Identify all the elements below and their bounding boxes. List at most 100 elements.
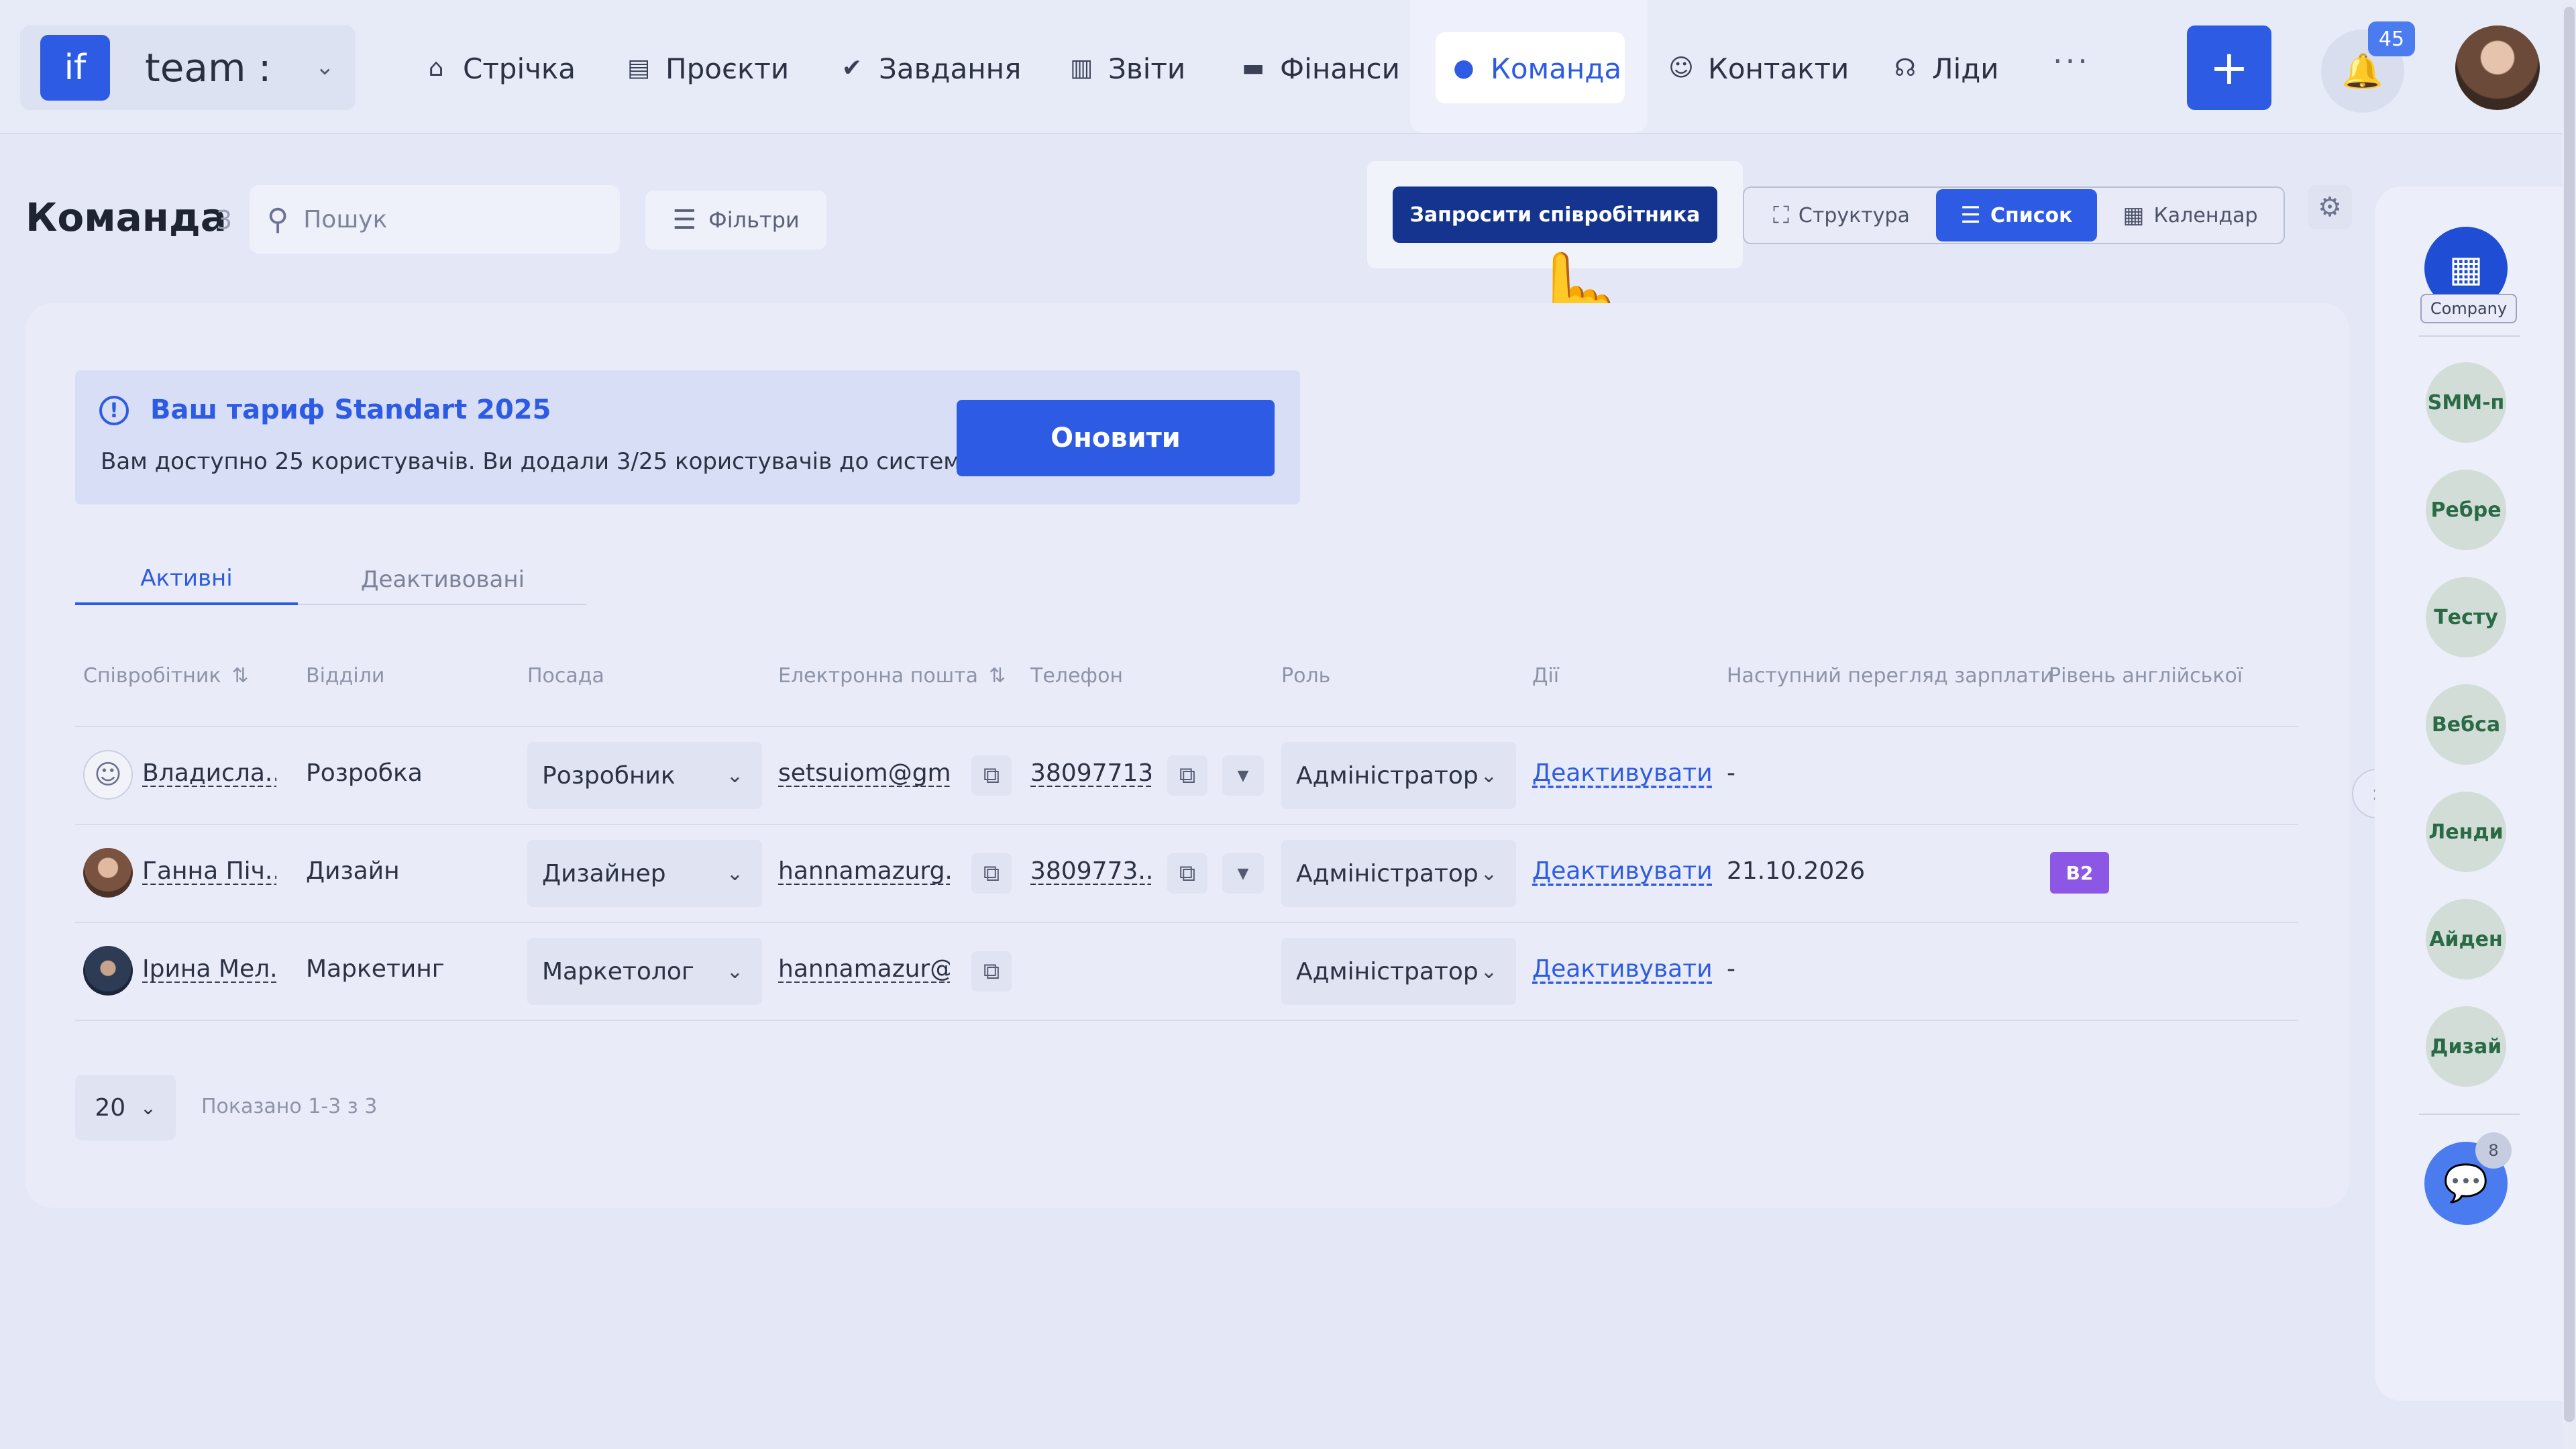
chevron-down-icon: ⌄ bbox=[726, 763, 743, 788]
view-label: Структура bbox=[1798, 203, 1910, 227]
sort-icon[interactable]: ⇅ bbox=[232, 664, 249, 688]
filters-label: Фільтри bbox=[708, 207, 800, 233]
copy-icon[interactable]: ⧉ bbox=[971, 951, 1012, 991]
column-header-role: Роль bbox=[1281, 664, 1331, 688]
sidebar-divider bbox=[2419, 1114, 2520, 1115]
role-select[interactable]: Адміністратор ⌄ bbox=[1281, 840, 1516, 907]
nav-item-projects[interactable]: ▤ Проєкти bbox=[624, 40, 789, 97]
filters-button[interactable]: ☰ Фільтри bbox=[645, 191, 826, 250]
invite-employee-button[interactable]: Запросити співробітника bbox=[1393, 186, 1717, 243]
sidebar-divider bbox=[2419, 335, 2520, 337]
column-header-employee[interactable]: Співробітник ⇅ bbox=[83, 664, 249, 688]
copy-icon[interactable]: ⧉ bbox=[971, 755, 1012, 796]
nav-label: Проєкти bbox=[665, 52, 790, 85]
nav-item-feed[interactable]: ⌂ Стрічка bbox=[421, 40, 576, 97]
chevron-down-icon[interactable]: ⌄ bbox=[315, 54, 335, 80]
role-select[interactable]: Адміністратор ⌄ bbox=[1281, 742, 1516, 809]
chevron-down-icon: ⌄ bbox=[140, 1096, 156, 1119]
hierarchy-icon: ⛶ bbox=[1773, 202, 1789, 229]
sidebar-group-dyzai[interactable]: Дизай bbox=[2426, 1006, 2506, 1087]
deactivate-link[interactable]: Деактивувати bbox=[1532, 759, 1713, 787]
phone-menu-button[interactable]: ▼ bbox=[1222, 755, 1264, 796]
sort-icon[interactable]: ⇅ bbox=[989, 664, 1006, 688]
sidebar-group-testu[interactable]: Тесту bbox=[2426, 577, 2506, 657]
row-divider bbox=[75, 726, 2298, 727]
salary-review-cell: - bbox=[1727, 759, 1735, 787]
column-header-english-level: Рівень англійської bbox=[2049, 664, 2243, 688]
calendar-icon: ▦ bbox=[2123, 202, 2145, 229]
role-select[interactable]: Адміністратор ⌄ bbox=[1281, 938, 1516, 1005]
plan-text: Вам доступно 25 користувачів. Ви додали … bbox=[101, 448, 983, 475]
upgrade-button[interactable]: Оновити bbox=[957, 400, 1275, 476]
employee-count: 3 bbox=[216, 205, 233, 235]
sidebar-group-lendi[interactable]: Ленди bbox=[2426, 792, 2506, 872]
nav-item-finance[interactable]: ▬ Фінанси bbox=[1238, 40, 1400, 97]
employee-name-link[interactable]: Владисла... bbox=[142, 759, 276, 787]
tab-deactivated[interactable]: Деактивовані bbox=[315, 554, 570, 605]
salary-review-cell: 21.10.2026 bbox=[1727, 857, 1866, 885]
email-cell: hannamazurg... bbox=[778, 857, 950, 885]
nav-item-contacts[interactable]: ☺ Контакти bbox=[1666, 40, 1849, 97]
sidebar-group-aiden[interactable]: Айден bbox=[2426, 899, 2506, 979]
sliders-icon: ☰ bbox=[672, 205, 697, 235]
avatar bbox=[83, 848, 133, 898]
nav-item-tasks[interactable]: ✔ Завдання bbox=[837, 40, 1021, 97]
search-icon: ⚲ bbox=[267, 202, 289, 237]
chevron-down-icon: ⌄ bbox=[1480, 959, 1497, 983]
chevron-down-icon: ⌄ bbox=[1480, 861, 1497, 885]
row-divider bbox=[75, 1020, 2298, 1021]
phone-cell: 3809773... bbox=[1030, 857, 1151, 885]
nav-item-team[interactable]: ● Команда bbox=[1449, 40, 1621, 97]
company-label: Company bbox=[2420, 294, 2517, 323]
sidebar-group-rebre[interactable]: Ребре bbox=[2426, 470, 2506, 550]
page-title: Команда bbox=[25, 195, 227, 240]
nav-item-reports[interactable]: ▥ Звіти bbox=[1067, 40, 1185, 97]
workspace-name: team : bbox=[145, 45, 272, 91]
nav-label: Контакти bbox=[1708, 52, 1849, 85]
avatar: ☺ bbox=[83, 750, 133, 800]
row-divider bbox=[75, 922, 2298, 923]
phone-menu-button[interactable]: ▼ bbox=[1222, 853, 1264, 894]
sidebar-group-vebsa[interactable]: Вебса bbox=[2426, 684, 2506, 765]
plan-title: Ваш тариф Standart 2025 bbox=[150, 394, 551, 425]
view-calendar-button[interactable]: ▦ Календар bbox=[2100, 189, 2281, 241]
contacts-icon: ☺ bbox=[1668, 54, 1694, 82]
copy-icon[interactable]: ⧉ bbox=[971, 853, 1012, 894]
tab-active[interactable]: Активні bbox=[75, 554, 298, 605]
view-structure-button[interactable]: ⛶ Структура bbox=[1747, 189, 1936, 241]
column-header-phone: Телефон bbox=[1030, 664, 1124, 688]
report-icon: ▥ bbox=[1069, 54, 1093, 82]
chat-badge: 8 bbox=[2475, 1132, 2512, 1169]
nav-label: Стрічка bbox=[463, 52, 576, 85]
gear-icon[interactable]: ⚙ bbox=[2308, 185, 2352, 229]
position-select[interactable]: Розробник ⌄ bbox=[527, 742, 762, 809]
view-list-button[interactable]: ☰ Список bbox=[1936, 189, 2097, 241]
nav-label: Ліди bbox=[1932, 52, 1999, 85]
chevron-down-icon: ⌄ bbox=[726, 861, 743, 885]
deactivate-link[interactable]: Деактивувати bbox=[1532, 955, 1713, 983]
view-label: Список bbox=[1990, 203, 2073, 227]
position-select[interactable]: Дизайнер ⌄ bbox=[527, 840, 762, 907]
salary-review-cell: - bbox=[1727, 955, 1735, 983]
copy-icon[interactable]: ⧉ bbox=[1167, 755, 1208, 796]
notifications-badge: 45 bbox=[2368, 21, 2415, 56]
user-avatar[interactable] bbox=[2455, 25, 2540, 110]
nav-item-leads[interactable]: ☊ Ліди bbox=[1890, 40, 1999, 97]
user-icon: ● bbox=[1453, 54, 1474, 82]
column-header-email[interactable]: Електронна пошта ⇅ bbox=[778, 664, 1006, 688]
more-icon[interactable]: ··· bbox=[2053, 43, 2090, 79]
sidebar-group-smm[interactable]: SMM-п bbox=[2426, 362, 2506, 443]
employee-name-link[interactable]: Ірина Мел... bbox=[142, 955, 276, 983]
employee-name-link[interactable]: Ганна Піч... bbox=[142, 857, 276, 885]
position-select[interactable]: Маркетолог ⌄ bbox=[527, 938, 762, 1005]
search-input[interactable] bbox=[302, 205, 600, 234]
copy-icon[interactable]: ⧉ bbox=[1167, 853, 1208, 894]
department-cell: Дизайн bbox=[306, 857, 400, 885]
nav-label: Завдання bbox=[879, 52, 1022, 85]
info-icon: ! bbox=[99, 396, 129, 425]
view-label: Календар bbox=[2153, 203, 2258, 227]
page-size-select[interactable]: 20 ⌄ bbox=[75, 1075, 176, 1140]
scrollbar-thumb[interactable] bbox=[2564, 7, 2575, 1422]
create-button[interactable]: + bbox=[2187, 25, 2271, 110]
deactivate-link[interactable]: Деактивувати bbox=[1532, 857, 1713, 885]
